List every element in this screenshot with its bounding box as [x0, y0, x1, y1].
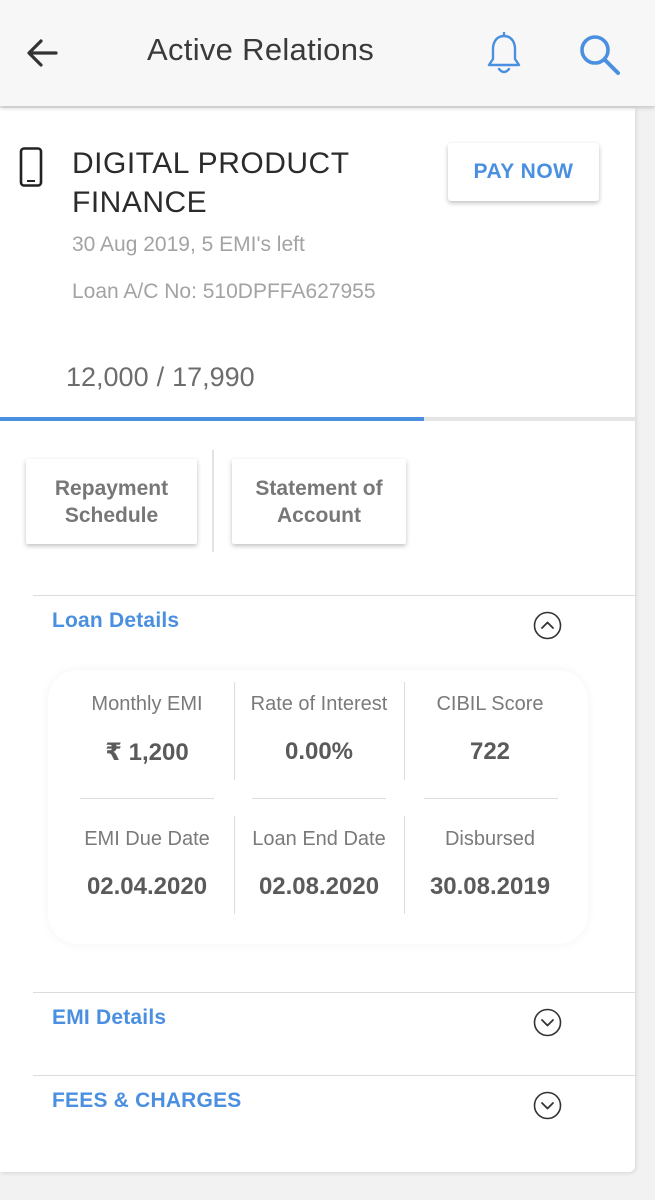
grid-divider: [404, 816, 405, 914]
loan-end-date-value: 02.08.2020: [258, 873, 380, 900]
emi-due-date-label: EMI Due Date: [84, 828, 210, 850]
grid-divider: [404, 682, 405, 780]
rate-of-interest-label: Rate of Interest: [250, 693, 388, 715]
section-divider: [33, 992, 635, 993]
section-divider: [33, 1075, 635, 1076]
cibil-score-value: 722: [469, 738, 511, 765]
disbursed-label: Disbursed: [444, 828, 536, 850]
grid-divider: [234, 816, 235, 914]
loan-end-date-cell: Loan End Date 02.08.2020: [234, 828, 404, 901]
bell-icon[interactable]: [484, 32, 524, 76]
paid-vs-total-amount: 12,000/17,990: [66, 362, 255, 393]
disbursed-cell: Disbursed 30.08.2019: [405, 828, 575, 901]
emi-due-date-cell: EMI Due Date 02.04.2020: [62, 828, 232, 901]
grid-divider: [234, 682, 235, 780]
disbursed-value: 30.08.2019: [429, 873, 551, 900]
section-divider: [33, 595, 635, 596]
chevron-down-icon[interactable]: [533, 1008, 562, 1037]
emi-details-header[interactable]: EMI Details: [52, 1006, 166, 1030]
rate-of-interest-value: 0.00%: [284, 738, 354, 765]
repayment-progress-fill: [0, 417, 424, 421]
total-amount: 17,990: [172, 362, 255, 392]
rate-of-interest-cell: Rate of Interest 0.00%: [234, 693, 404, 766]
loan-date-emi-left: 30 Aug 2019, 5 EMI's left: [72, 233, 305, 256]
monthly-emi-cell: Monthly EMI ₹ 1,200: [62, 693, 232, 767]
monthly-emi-value: ₹ 1,200: [105, 739, 189, 766]
loan-relation-card: DIGITAL PRODUCT FINANCE PAY NOW 30 Aug 2…: [0, 108, 635, 1172]
monthly-emi-label: Monthly EMI: [91, 693, 203, 715]
amount-separator: /: [156, 362, 165, 392]
pay-now-button[interactable]: PAY NOW: [448, 143, 599, 201]
product-name: DIGITAL PRODUCT FINANCE: [72, 147, 349, 219]
loan-account-number: Loan A/C No: 510DPFFA627955: [72, 280, 376, 303]
loan-details-header[interactable]: Loan Details: [52, 609, 179, 633]
arrow-left-icon[interactable]: [22, 33, 62, 73]
cibil-score-label: CIBIL Score: [436, 693, 544, 715]
action-divider: [212, 450, 214, 552]
page-title: Active Relations: [147, 32, 375, 67]
statement-of-account-button[interactable]: Statement of Account: [232, 459, 406, 544]
grid-divider: [80, 798, 214, 799]
smartphone-icon: [19, 147, 43, 187]
top-app-bar: Active Relations: [0, 0, 655, 106]
grid-divider: [252, 798, 386, 799]
repayment-schedule-button[interactable]: Repayment Schedule: [26, 459, 197, 544]
chevron-up-icon[interactable]: [533, 611, 562, 640]
repayment-progress-bar: [0, 417, 635, 421]
paid-amount: 12,000: [66, 362, 149, 392]
grid-divider: [424, 798, 558, 799]
chevron-down-icon[interactable]: [533, 1091, 562, 1120]
search-icon[interactable]: [576, 31, 622, 77]
fees-charges-header[interactable]: FEES & CHARGES: [52, 1089, 242, 1113]
loan-end-date-label: Loan End Date: [252, 828, 386, 850]
loan-details-grid: Monthly EMI ₹ 1,200 Rate of Interest 0.0…: [48, 670, 588, 944]
cibil-score-cell: CIBIL Score 722: [405, 693, 575, 766]
emi-due-date-value: 02.04.2020: [86, 873, 208, 900]
